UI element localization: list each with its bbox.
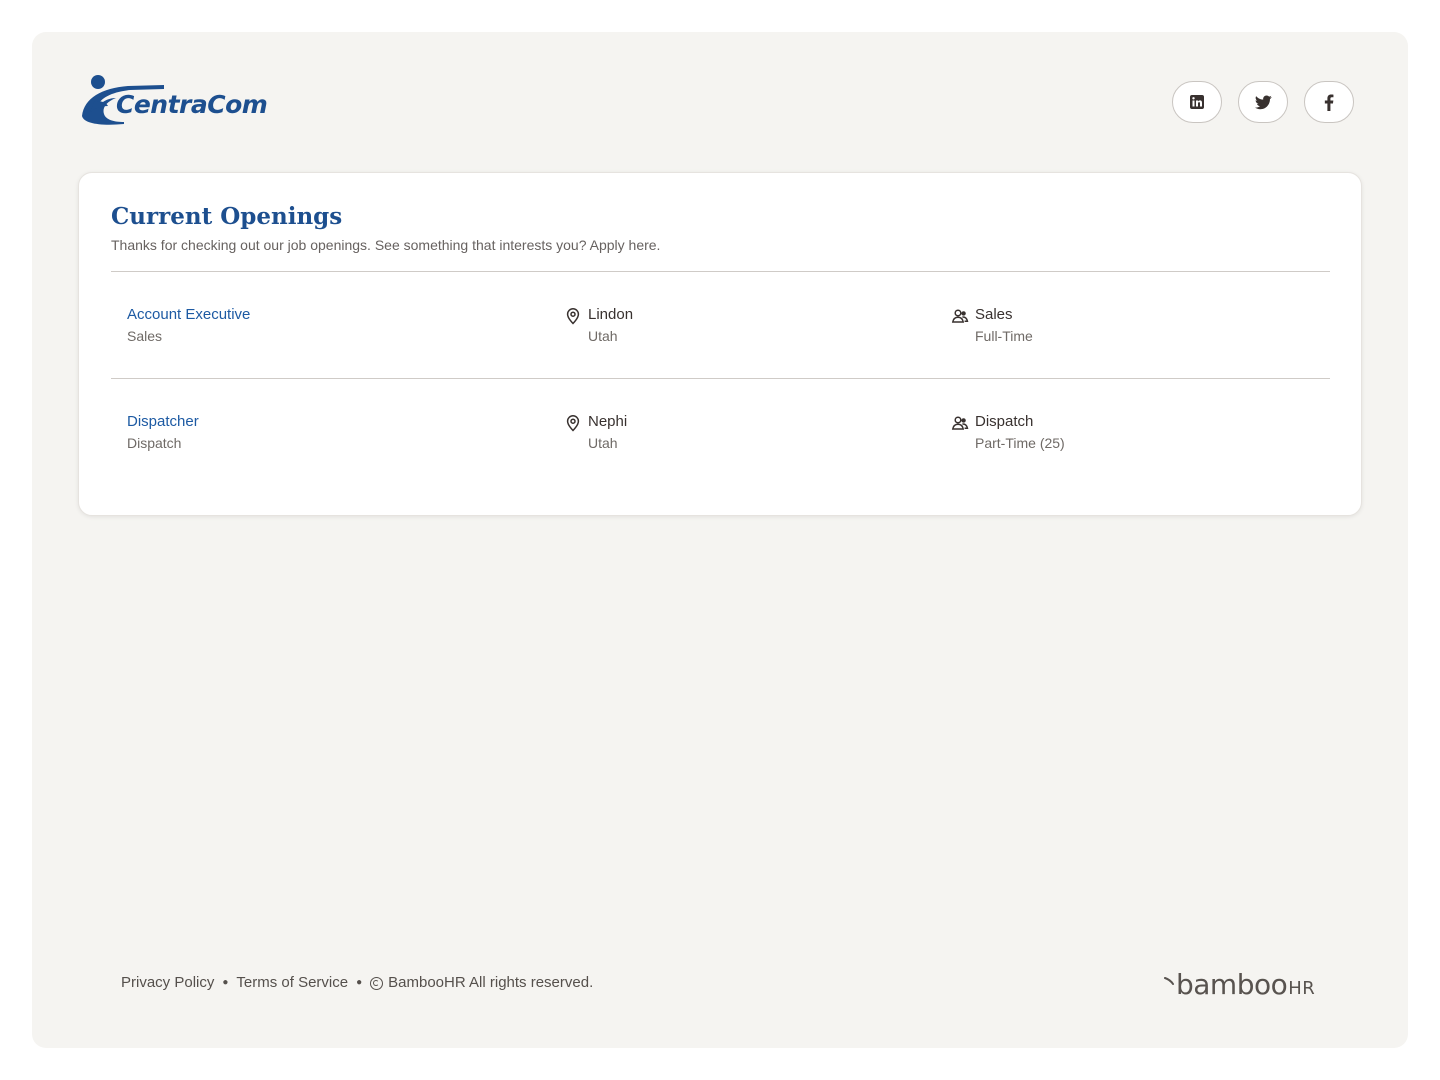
job-title-column: Dispatcher Dispatch (127, 413, 199, 452)
copyright-text: BambooHR All rights reserved. (388, 974, 594, 991)
facebook-button[interactable] (1304, 81, 1354, 123)
page-subtitle: Thanks for checking out our job openings… (111, 237, 661, 253)
job-team-column: Sales Full-Time (951, 306, 1033, 345)
privacy-policy-link[interactable]: Privacy Policy (121, 974, 214, 991)
company-logo-text: CentraCom (116, 90, 268, 119)
job-location-column: Nephi Utah (566, 413, 628, 452)
social-links (1172, 81, 1354, 123)
job-row: Dispatcher Dispatch Nephi Utah Dispatch … (111, 379, 1330, 485)
separator-dot: ● (222, 977, 229, 988)
job-team: Dispatch (975, 413, 1034, 430)
job-city: Lindon (588, 306, 634, 323)
openings-card: Current Openings Thanks for checking out… (78, 172, 1362, 516)
job-team: Sales (975, 306, 1013, 323)
separator-dot: ● (356, 977, 363, 988)
copyright-icon (370, 977, 384, 990)
job-employment-type: Full-Time (975, 328, 1033, 344)
job-title-column: Account Executive Sales (127, 306, 250, 345)
company-logo[interactable]: CentraCom (80, 72, 268, 128)
page-frame: CentraCom Current Openings Thanks for ch… (32, 32, 1408, 1048)
bamboo-leaf-icon (1164, 974, 1176, 994)
terms-of-service-link[interactable]: Terms of Service (236, 974, 348, 991)
bamboohr-logo[interactable]: bamboo HR (1164, 968, 1315, 1001)
job-department: Sales (127, 328, 163, 344)
linkedin-icon (1190, 95, 1204, 109)
bamboohr-logo-suffix: HR (1288, 978, 1316, 999)
job-employment-type: Part-Time (25) (975, 435, 1065, 451)
job-state: Utah (588, 328, 618, 344)
job-row: Account Executive Sales Lindon Utah Sale… (111, 272, 1330, 378)
location-pin-icon (564, 307, 582, 325)
bamboohr-logo-word: bamboo (1176, 968, 1288, 1001)
location-pin-icon (564, 414, 582, 432)
job-team-column: Dispatch Part-Time (25) (951, 413, 1065, 452)
people-icon (951, 414, 969, 432)
people-icon (951, 307, 969, 325)
job-state: Utah (588, 435, 618, 451)
job-title-link[interactable]: Dispatcher (127, 413, 199, 431)
twitter-icon (1254, 94, 1272, 109)
job-title-link[interactable]: Account Executive (127, 306, 250, 324)
job-location-column: Lindon Utah (566, 306, 634, 345)
job-city: Nephi (588, 413, 628, 430)
linkedin-button[interactable] (1172, 81, 1222, 123)
facebook-icon (1324, 93, 1334, 111)
twitter-button[interactable] (1238, 81, 1288, 123)
footer: Privacy Policy ● Terms of Service ● Bamb… (121, 974, 593, 991)
job-department: Dispatch (127, 435, 182, 451)
page-title: Current Openings (111, 203, 343, 230)
